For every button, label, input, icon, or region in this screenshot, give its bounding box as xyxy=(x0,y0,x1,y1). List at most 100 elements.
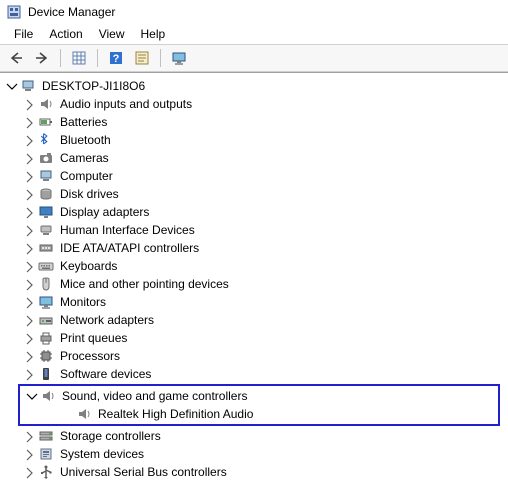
tree-label: Sound, video and game controllers xyxy=(60,389,249,403)
menu-file[interactable]: File xyxy=(6,25,41,43)
ide-icon xyxy=(38,240,54,256)
tree-node-realtek-high-definition-audio[interactable]: Realtek High Definition Audio xyxy=(20,405,498,423)
expander-icon[interactable] xyxy=(22,187,36,201)
back-button[interactable] xyxy=(4,47,28,69)
tree-label: Bluetooth xyxy=(58,133,113,147)
tree-label: Software devices xyxy=(58,367,153,381)
toolbar-separator xyxy=(97,49,98,67)
network-icon xyxy=(38,312,54,328)
bluetooth-icon xyxy=(38,132,54,148)
expander-icon[interactable] xyxy=(22,223,36,237)
expander-icon[interactable] xyxy=(22,115,36,129)
usb-icon xyxy=(38,464,54,480)
mouse-icon xyxy=(38,276,54,292)
menu-action[interactable]: Action xyxy=(41,25,90,43)
tree-node-network-adapters[interactable]: Network adapters xyxy=(0,311,508,329)
tree-label: Processors xyxy=(58,349,122,363)
tree-label: Mice and other pointing devices xyxy=(58,277,231,291)
tree-label: IDE ATA/ATAPI controllers xyxy=(58,241,201,255)
expander-icon[interactable] xyxy=(22,133,36,147)
expander-icon[interactable] xyxy=(22,151,36,165)
tree-node-cameras[interactable]: Cameras xyxy=(0,149,508,167)
keyboard-icon xyxy=(38,258,54,274)
expander-icon[interactable] xyxy=(22,465,36,479)
tree-node-audio-inputs-and-outputs[interactable]: Audio inputs and outputs xyxy=(0,95,508,113)
speaker-icon xyxy=(38,96,54,112)
tree-label: Network adapters xyxy=(58,313,156,327)
printer-icon xyxy=(38,330,54,346)
expander-icon[interactable] xyxy=(24,389,38,403)
hid-icon xyxy=(38,222,54,238)
tree-node-computer[interactable]: Computer xyxy=(0,167,508,185)
software-icon xyxy=(38,366,54,382)
tree-node-root[interactable]: DESKTOP-JI1I8O6 xyxy=(0,77,508,95)
tree-node-monitors[interactable]: Monitors xyxy=(0,293,508,311)
titlebar: Device Manager xyxy=(0,0,508,24)
expander-icon[interactable] xyxy=(22,367,36,381)
system-icon xyxy=(38,446,54,462)
expander-icon[interactable] xyxy=(22,97,36,111)
tree-node-bluetooth[interactable]: Bluetooth xyxy=(0,131,508,149)
expander-icon[interactable] xyxy=(22,447,36,461)
tree-node-print-queues[interactable]: Print queues xyxy=(0,329,508,347)
tree-node-sound-video-and-game-controllers[interactable]: Sound, video and game controllers xyxy=(20,387,498,405)
tree-node-universal-serial-bus-controllers[interactable]: Universal Serial Bus controllers xyxy=(0,463,508,481)
tree-node-mice-and-other-pointing-devices[interactable]: Mice and other pointing devices xyxy=(0,275,508,293)
tree-node-batteries[interactable]: Batteries xyxy=(0,113,508,131)
expander-icon[interactable] xyxy=(22,205,36,219)
expander-icon[interactable] xyxy=(22,313,36,327)
tree-node-ide-ata-atapi-controllers[interactable]: IDE ATA/ATAPI controllers xyxy=(0,239,508,257)
expander-icon[interactable] xyxy=(22,429,36,443)
tree-node-display-adapters[interactable]: Display adapters xyxy=(0,203,508,221)
tree-label: Universal Serial Bus controllers xyxy=(58,465,229,479)
cpu-icon xyxy=(38,348,54,364)
storage-icon xyxy=(38,428,54,444)
tree-label: Realtek High Definition Audio xyxy=(96,407,255,421)
camera-icon xyxy=(38,150,54,166)
device-tree[interactable]: DESKTOP-JI1I8O6 Audio inputs and outputs… xyxy=(0,72,508,501)
menu-view[interactable]: View xyxy=(91,25,133,43)
scan-hardware-button[interactable] xyxy=(167,47,191,69)
toolbar-separator xyxy=(60,49,61,67)
expander-icon[interactable] xyxy=(22,295,36,309)
tree-label: System devices xyxy=(58,447,146,461)
tree-node-human-interface-devices[interactable]: Human Interface Devices xyxy=(0,221,508,239)
tree-label: Keyboards xyxy=(58,259,119,273)
tree-node-disk-drives[interactable]: Disk drives xyxy=(0,185,508,203)
battery-icon xyxy=(38,114,54,130)
tree-label: DESKTOP-JI1I8O6 xyxy=(40,79,147,93)
expander-icon[interactable] xyxy=(22,241,36,255)
tree-label: Batteries xyxy=(58,115,109,129)
speaker-icon xyxy=(76,406,92,422)
expander-icon[interactable] xyxy=(4,79,18,93)
expander-icon[interactable] xyxy=(22,331,36,345)
speaker-icon xyxy=(40,388,56,404)
menu-help[interactable]: Help xyxy=(133,25,174,43)
expander-icon[interactable] xyxy=(22,169,36,183)
expander-icon[interactable] xyxy=(22,277,36,291)
tree-node-keyboards[interactable]: Keyboards xyxy=(0,257,508,275)
display-icon xyxy=(38,204,54,220)
tree-label: Audio inputs and outputs xyxy=(58,97,194,111)
expander-icon[interactable] xyxy=(22,259,36,273)
computer-icon xyxy=(20,78,36,94)
disk-icon xyxy=(38,186,54,202)
tree-label: Human Interface Devices xyxy=(58,223,197,237)
app-icon xyxy=(6,4,22,20)
tree-label: Print queues xyxy=(58,331,129,345)
menubar: File Action View Help xyxy=(0,24,508,44)
computer-icon xyxy=(38,168,54,184)
expander-icon[interactable] xyxy=(22,349,36,363)
tree-label: Monitors xyxy=(58,295,108,309)
tree-label: Display adapters xyxy=(58,205,151,219)
tree-node-processors[interactable]: Processors xyxy=(0,347,508,365)
help-button[interactable] xyxy=(104,47,128,69)
tree-node-software-devices[interactable]: Software devices xyxy=(0,365,508,383)
show-hide-tree-button[interactable] xyxy=(67,47,91,69)
tree-node-storage-controllers[interactable]: Storage controllers xyxy=(0,427,508,445)
properties-button[interactable] xyxy=(130,47,154,69)
tree-label: Computer xyxy=(58,169,115,183)
tree-node-system-devices[interactable]: System devices xyxy=(0,445,508,463)
window-title: Device Manager xyxy=(28,5,115,19)
forward-button[interactable] xyxy=(30,47,54,69)
